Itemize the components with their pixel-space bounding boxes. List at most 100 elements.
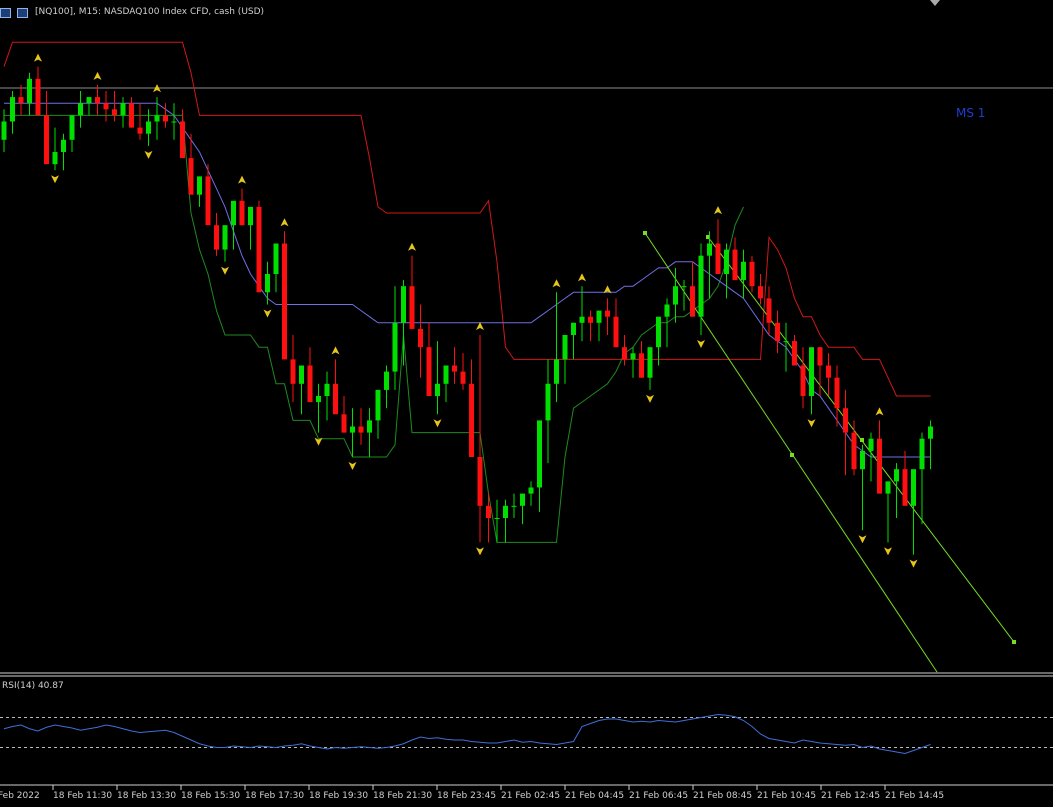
candle-body — [418, 328, 423, 348]
candle-body — [129, 103, 134, 128]
fractal-down-icon — [646, 394, 654, 403]
candle — [95, 84, 100, 116]
fractal-down-icon — [263, 309, 272, 318]
candle-body — [800, 365, 806, 396]
candle — [316, 383, 321, 433]
candle-body — [554, 359, 559, 384]
candle — [647, 347, 653, 390]
candle — [622, 335, 627, 366]
candle — [248, 206, 253, 250]
candle — [894, 463, 899, 518]
fractal-down-icon — [51, 175, 59, 184]
candle — [613, 298, 619, 348]
candle — [639, 341, 644, 378]
candle-body — [18, 97, 24, 104]
hline-label: MS 1 — [956, 106, 985, 120]
candle-body — [205, 176, 211, 226]
candle-body — [112, 109, 117, 116]
time-tick-label: 18 Feb 21:30 — [373, 791, 432, 801]
candle-body — [571, 322, 576, 335]
candle-body — [868, 438, 874, 451]
candle — [443, 365, 449, 403]
candle — [579, 286, 585, 342]
fractal-up-icon — [331, 346, 340, 355]
candle-body — [809, 347, 814, 396]
candle — [562, 335, 568, 384]
candle — [307, 347, 313, 403]
time-tick-label: 18 Feb 19:30 — [309, 791, 368, 801]
candle — [375, 389, 381, 439]
candle — [809, 347, 814, 415]
candle — [239, 188, 245, 226]
candle — [681, 280, 687, 311]
chart-canvas[interactable]: RSI(14) 40.87 Feb 2022 18 Feb 11:30 18 Feb… — [0, 0, 1053, 807]
candle-body — [231, 200, 236, 226]
time-tick-label: 21 Feb 08:45 — [693, 791, 752, 801]
candle-body — [724, 249, 729, 274]
time-tick-label: 21 Feb 04:45 — [565, 791, 624, 801]
candle — [418, 304, 423, 378]
fractal-down-icon — [221, 266, 229, 275]
time-tick-label: 18 Feb 13:30 — [117, 791, 176, 801]
candle-body — [673, 286, 678, 305]
channel-anchor-4 — [1012, 640, 1016, 644]
time-tick-label: 21 Feb 10:45 — [757, 791, 816, 801]
candle — [384, 365, 389, 409]
time-tick-label: 18 Feb 23:45 — [437, 791, 496, 801]
candle-body — [579, 316, 585, 323]
candle — [112, 91, 117, 122]
time-axis: Feb 2022 18 Feb 11:30 18 Feb 13:30 18 Feb 1… — [0, 785, 944, 801]
candle-body — [120, 103, 126, 116]
candle-body — [392, 322, 398, 372]
candle-body — [562, 335, 568, 360]
candle-body — [511, 505, 517, 507]
candle-body — [715, 243, 721, 274]
candle-body — [214, 225, 219, 250]
candle-body — [171, 121, 177, 123]
candle — [528, 481, 534, 506]
candle — [741, 249, 746, 299]
fractal-down-icon — [433, 419, 442, 428]
candle-body — [35, 78, 41, 116]
candle-body — [95, 97, 100, 104]
fractal-up-icon — [238, 175, 246, 184]
candle-body — [341, 414, 347, 433]
candle — [749, 255, 755, 293]
candle-body — [333, 383, 338, 415]
candle — [826, 353, 831, 396]
candle-body — [435, 383, 440, 396]
candle — [843, 389, 848, 476]
candle — [392, 286, 398, 390]
candle-body — [775, 322, 780, 342]
candle-body — [503, 505, 508, 518]
candle — [256, 200, 262, 293]
candle — [273, 243, 279, 293]
time-tick-label: 18 Feb 15:30 — [181, 791, 240, 801]
candle-body — [834, 377, 840, 409]
candle-body — [919, 438, 925, 470]
candle-body — [460, 371, 466, 384]
candle-body — [350, 426, 355, 433]
fractal-up-icon — [34, 53, 42, 62]
candle — [146, 109, 151, 146]
candle-body — [137, 127, 143, 134]
candle — [299, 365, 304, 415]
candle-body — [282, 243, 287, 360]
fractal-down-icon — [476, 547, 484, 556]
fractal-down-icon — [348, 462, 357, 470]
candle — [732, 237, 738, 281]
time-tick-label: 21 Feb 06:45 — [629, 791, 688, 801]
candle-body — [61, 139, 66, 152]
candle — [596, 310, 602, 342]
candle — [171, 103, 177, 140]
candle-body — [103, 103, 109, 110]
candle-body — [732, 249, 738, 281]
candle-body — [1, 121, 7, 140]
candle — [902, 450, 908, 506]
candle — [877, 420, 882, 494]
candle-body — [469, 383, 474, 457]
candle — [511, 493, 517, 518]
candle — [333, 359, 338, 415]
candle-body — [817, 347, 823, 366]
time-tick-label: 18 Feb 17:30 — [245, 791, 304, 801]
